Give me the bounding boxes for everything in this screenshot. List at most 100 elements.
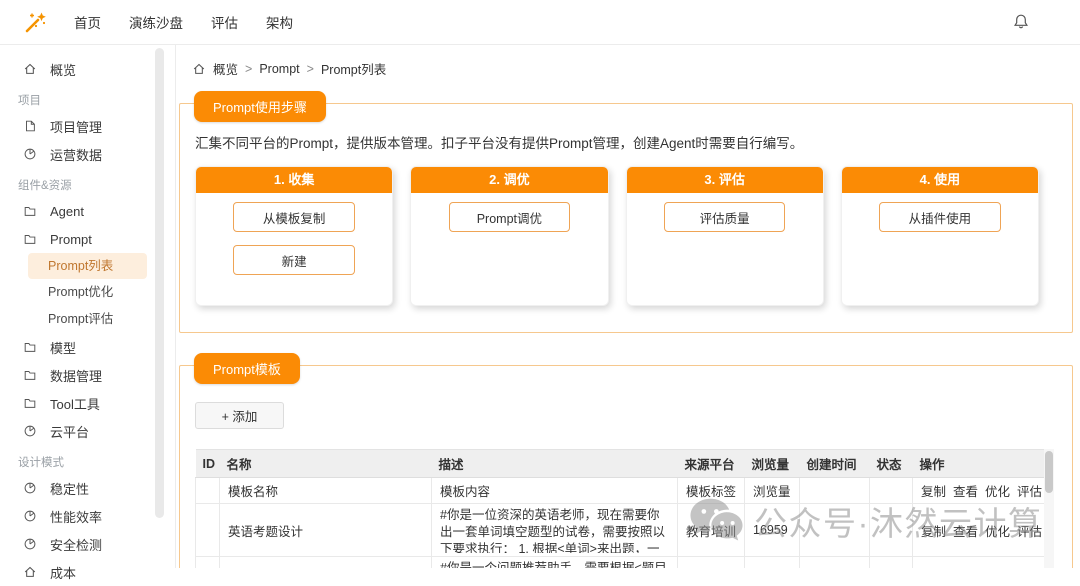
copy-action-link[interactable]: 复制 [921, 485, 946, 499]
cell-actions: 复制查看优化评估 [912, 556, 1045, 568]
cell-id [195, 477, 220, 504]
cell-name: 英语考题设计 [219, 503, 432, 557]
copy-action-link[interactable]: 复制 [921, 525, 946, 539]
pie-chart-icon [24, 148, 36, 160]
pie-chart-icon [24, 425, 36, 437]
column-header-description: 描述 [431, 449, 678, 478]
table-row: 问题推荐助手 #你是一个问题推荐助手，需要根据<题目>、<解析>以及老师和学生的… [195, 556, 1045, 568]
folder-icon [24, 399, 36, 408]
cell-description: #你是一个问题推荐助手，需要根据<题目>、<解析>以及老师和学生的<答疑内容>过… [431, 556, 678, 568]
nav-item-architecture[interactable]: 架构 [264, 8, 295, 36]
cell-views: 16959 [744, 503, 800, 557]
column-header-created: 创建时间 [799, 449, 870, 478]
cell-description: 模板内容 [431, 477, 678, 504]
sidebar-item-prompt-optimize[interactable]: Prompt优化 [0, 279, 175, 306]
breadcrumb-prompt[interactable]: Prompt [259, 62, 299, 76]
sidebar-item-prompt[interactable]: Prompt [0, 225, 175, 253]
column-header-actions: 操作 [912, 449, 1045, 478]
sidebar-item-cost[interactable]: 成本 [0, 558, 175, 586]
step-card-use: 4. 使用 从插件使用 [840, 166, 1039, 306]
nav-item-evaluate[interactable]: 评估 [209, 8, 240, 36]
sidebar-item-label: Tool工具 [50, 396, 100, 412]
sidebar-section-design-patterns: 设计模式 [18, 457, 64, 469]
sidebar-item-operations-data[interactable]: 运营数据 [0, 140, 175, 168]
cell-actions: 复制查看优化评估 [912, 503, 1045, 557]
step-card-title: 3. 评估 [626, 167, 823, 193]
sidebar-item-label: 性能效率 [50, 509, 103, 525]
column-header-status: 状态 [869, 449, 913, 478]
sidebar-item-label: 安全检测 [50, 537, 103, 553]
add-template-button[interactable]: + 添加 [195, 402, 284, 429]
breadcrumb-prompt-list[interactable]: Prompt列表 [321, 59, 386, 78]
evaluate-action-link[interactable]: 评估 [1017, 485, 1042, 499]
cell-views: 浏览量 [744, 477, 800, 504]
nav-item-home[interactable]: 首页 [72, 8, 103, 36]
sidebar-item-tool[interactable]: Tool工具 [0, 389, 175, 417]
sidebar: 概览 项目 项目管理 运营数据 组件&资源 Agent Prompt Promp… [0, 45, 176, 581]
table-scrollbar-track[interactable] [1044, 449, 1054, 568]
sidebar-item-model[interactable]: 模型 [0, 333, 175, 361]
sidebar-item-label: 模型 [50, 340, 77, 356]
prompt-steps-panel: Prompt使用步骤 汇集不同平台的Prompt，提供版本管理。扣子平台没有提供… [179, 91, 1073, 333]
cell-platform: 教育培训 [677, 503, 745, 557]
sidebar-item-stability[interactable]: 稳定性 [0, 474, 175, 502]
cell-created [799, 477, 870, 504]
evaluate-action-link[interactable]: 评估 [1017, 525, 1042, 539]
optimize-action-link[interactable]: 优化 [985, 525, 1010, 539]
cell-description: #你是一位资深的英语老师，现在需要你出一套单词填空题型的试卷，需要按照以下要求执… [431, 503, 678, 557]
folder-icon [24, 207, 36, 216]
column-header-platform: 来源平台 [677, 449, 745, 478]
sidebar-item-performance[interactable]: 性能效率 [0, 502, 175, 530]
cell-status [869, 503, 913, 557]
sidebar-section-project: 项目 [18, 95, 41, 107]
cell-name: 问题推荐助手 [219, 556, 432, 568]
sidebar-item-label: 项目管理 [50, 119, 103, 135]
breadcrumb: 概览 > Prompt > Prompt列表 [192, 59, 1080, 78]
cell-created [799, 503, 870, 557]
optimize-action-link[interactable]: 优化 [985, 485, 1010, 499]
sidebar-item-agent[interactable]: Agent [0, 197, 175, 225]
sidebar-item-prompt-evaluate[interactable]: Prompt评估 [0, 306, 175, 333]
top-nav-menu: 首页 演练沙盘 评估 架构 [72, 8, 295, 36]
create-new-button[interactable]: 新建 [233, 245, 355, 275]
step-card-title: 2. 调优 [411, 167, 608, 193]
sidebar-item-project-management[interactable]: 项目管理 [0, 112, 175, 140]
sidebar-item-label: 数据管理 [50, 368, 103, 384]
cell-id [195, 503, 220, 557]
use-from-plugin-button[interactable]: 从插件使用 [879, 202, 1001, 232]
sidebar-item-overview[interactable]: 概览 [0, 55, 175, 83]
sidebar-item-prompt-list[interactable]: Prompt列表 [28, 253, 147, 279]
table-row: 模板名称 模板内容 模板标签 浏览量 复制 查看 优化 评估 [195, 477, 1045, 504]
table-header-row: ID 名称 描述 来源平台 浏览量 创建时间 状态 操作 [195, 449, 1045, 478]
main-content: 概览 > Prompt > Prompt列表 Prompt使用步骤 汇集不同平台… [177, 45, 1080, 568]
breadcrumb-overview[interactable]: 概览 [213, 59, 238, 78]
cell-id [195, 556, 220, 568]
column-header-views: 浏览量 [744, 449, 800, 478]
top-navigation-bar: 首页 演练沙盘 评估 架构 [0, 0, 1080, 45]
copy-from-template-button[interactable]: 从模板复制 [233, 202, 355, 232]
cell-actions: 复制查看优化评估 [912, 477, 1045, 504]
table-scrollbar-thumb[interactable] [1045, 451, 1053, 493]
bell-icon[interactable] [1012, 13, 1030, 31]
sidebar-section-components: 组件&资源 [18, 180, 72, 192]
view-action-link[interactable]: 查看 [953, 485, 978, 499]
cell-status [869, 556, 913, 568]
sidebar-item-label: 概览 [50, 62, 77, 78]
folder-icon [24, 235, 36, 244]
sidebar-item-cloud-platform[interactable]: 云平台 [0, 417, 175, 445]
pie-chart-icon [24, 510, 36, 522]
cell-platform: 教育培训 [677, 556, 745, 568]
prompt-steps-description: 汇集不同平台的Prompt，提供版本管理。扣子平台没有提供Prompt管理，创建… [195, 136, 804, 151]
view-action-link[interactable]: 查看 [953, 525, 978, 539]
document-icon [26, 120, 35, 132]
evaluate-quality-button[interactable]: 评估质量 [663, 202, 786, 232]
step-card-title: 1. 收集 [196, 167, 393, 193]
table-row: 英语考题设计 #你是一位资深的英语老师，现在需要你出一套单词填空题型的试卷，需要… [195, 503, 1045, 557]
prompt-tune-button[interactable]: Prompt调优 [448, 202, 571, 232]
sidebar-scrollbar[interactable] [155, 48, 164, 518]
step-cards: 1. 收集 从模板复制 新建 2. 调优 Prompt调优 3. 评估 评估质量… [195, 166, 1039, 306]
sidebar-item-security[interactable]: 安全检测 [0, 530, 175, 558]
sidebar-item-data-management[interactable]: 数据管理 [0, 361, 175, 389]
app-logo[interactable] [20, 7, 50, 37]
nav-item-sandbox[interactable]: 演练沙盘 [127, 8, 185, 36]
